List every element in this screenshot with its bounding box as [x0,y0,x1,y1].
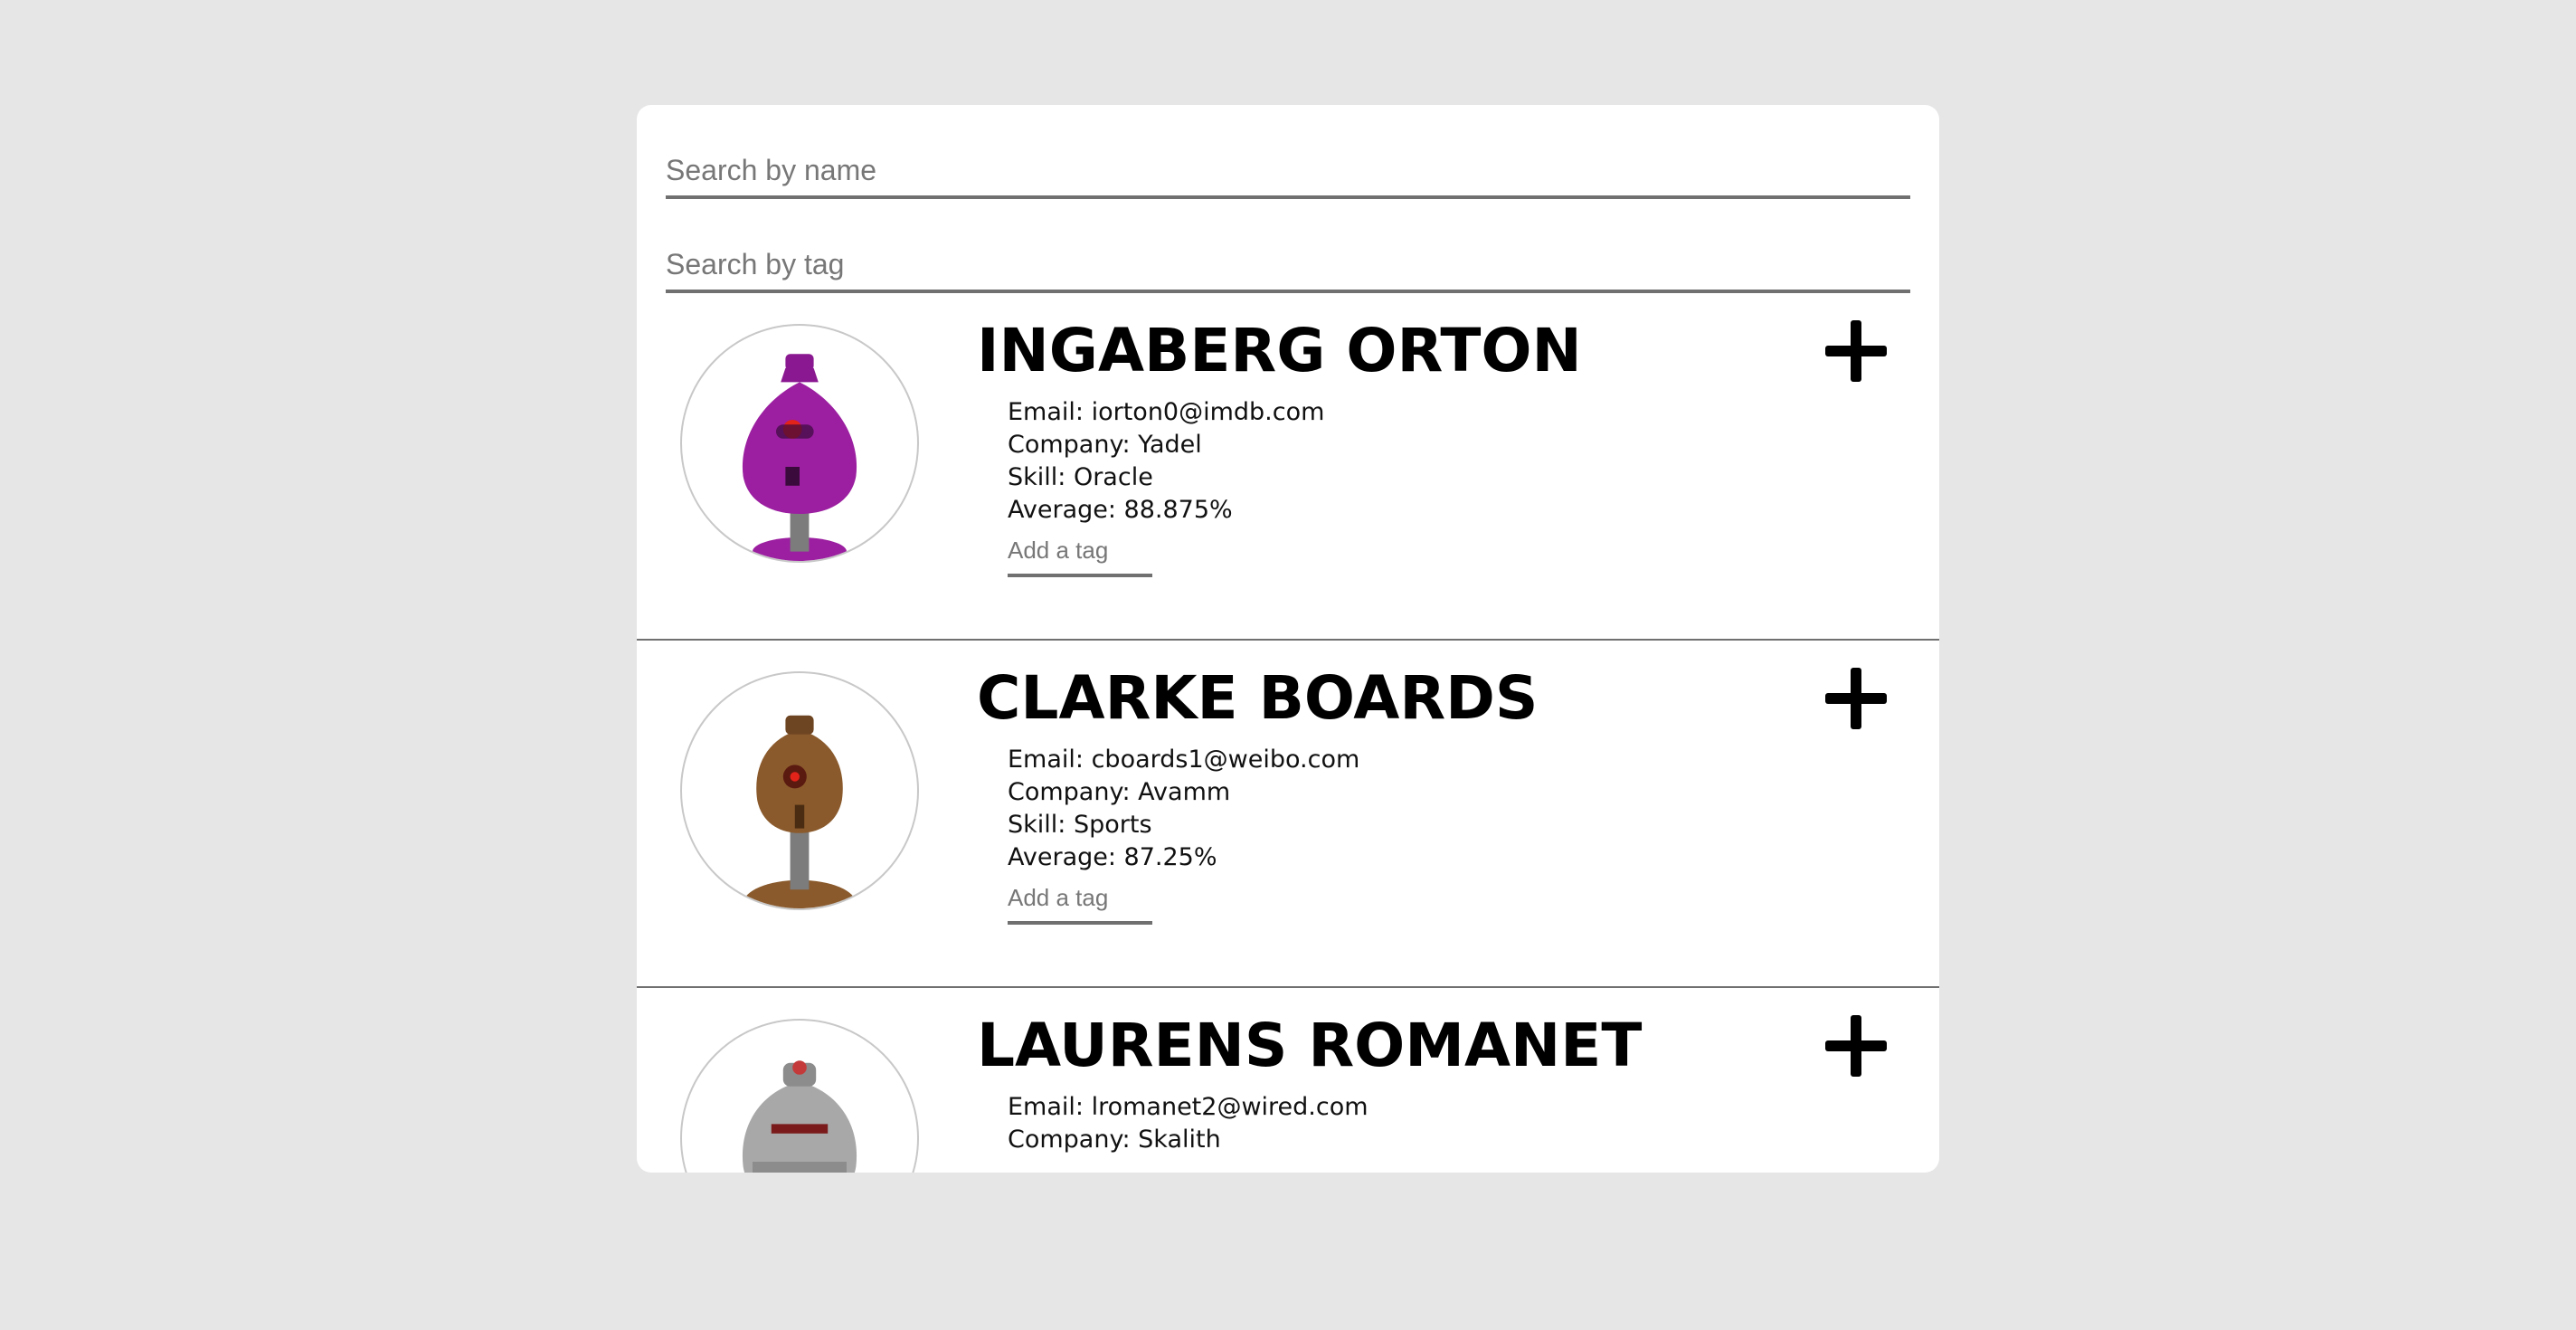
expand-plus-button[interactable] [1825,1015,1887,1077]
expand-plus-button[interactable] [1825,668,1887,729]
student-avatar [680,671,919,910]
student-email: Email: cboards1@weibo.com [1008,746,1360,774]
student-average: Average: 88.875% [1008,496,1233,524]
add-tag-input[interactable] [1008,527,1152,577]
student-name: INGABERG ORTON [977,316,1582,385]
robot-avatar-icon [743,715,857,908]
name-search-input[interactable] [666,145,1910,199]
student-list: INGABERG ORTON Email: iorton0@imdb.com C… [637,293,1939,1173]
student-email: Email: iorton0@imdb.com [1008,398,1325,426]
name-search-wrap [666,105,1910,199]
student-skill [1008,1156,1368,1173]
student-details: Email: lromanet2@wired.com Company: Skal… [1008,1091,1368,1173]
student-card-container: INGABERG ORTON Email: iorton0@imdb.com C… [637,105,1939,1173]
student-name: LAURENS ROMANET [977,1011,1643,1080]
add-tag-input[interactable] [1008,874,1152,925]
student-skill: Skill: Oracle [1008,463,1153,491]
student-name: CLARKE BOARDS [977,663,1539,733]
student-avatar [680,324,919,563]
student-company: Company: Yadel [1008,431,1202,459]
student-item: LAURENS ROMANET Email: lromanet2@wired.c… [637,988,1939,1173]
expand-plus-button[interactable] [1825,320,1887,382]
robot-avatar-icon [742,1060,857,1173]
student-item: CLARKE BOARDS Email: cboards1@weibo.com … [637,641,1939,988]
student-details: Email: iorton0@imdb.com Company: Yadel S… [1008,396,1324,527]
student-company: Company: Skalith [1008,1126,1221,1154]
tag-search-wrap [666,199,1910,293]
robot-avatar-icon [742,354,857,561]
student-average: Average: 87.25% [1008,843,1217,871]
student-company: Company: Avamm [1008,778,1231,806]
student-avatar [680,1019,919,1173]
tag-search-input[interactable] [666,239,1910,293]
student-skill: Skill: Sports [1008,811,1152,839]
student-details: Email: cboards1@weibo.com Company: Avamm… [1008,744,1359,874]
student-email: Email: lromanet2@wired.com [1008,1093,1368,1121]
student-item: INGABERG ORTON Email: iorton0@imdb.com C… [637,293,1939,641]
